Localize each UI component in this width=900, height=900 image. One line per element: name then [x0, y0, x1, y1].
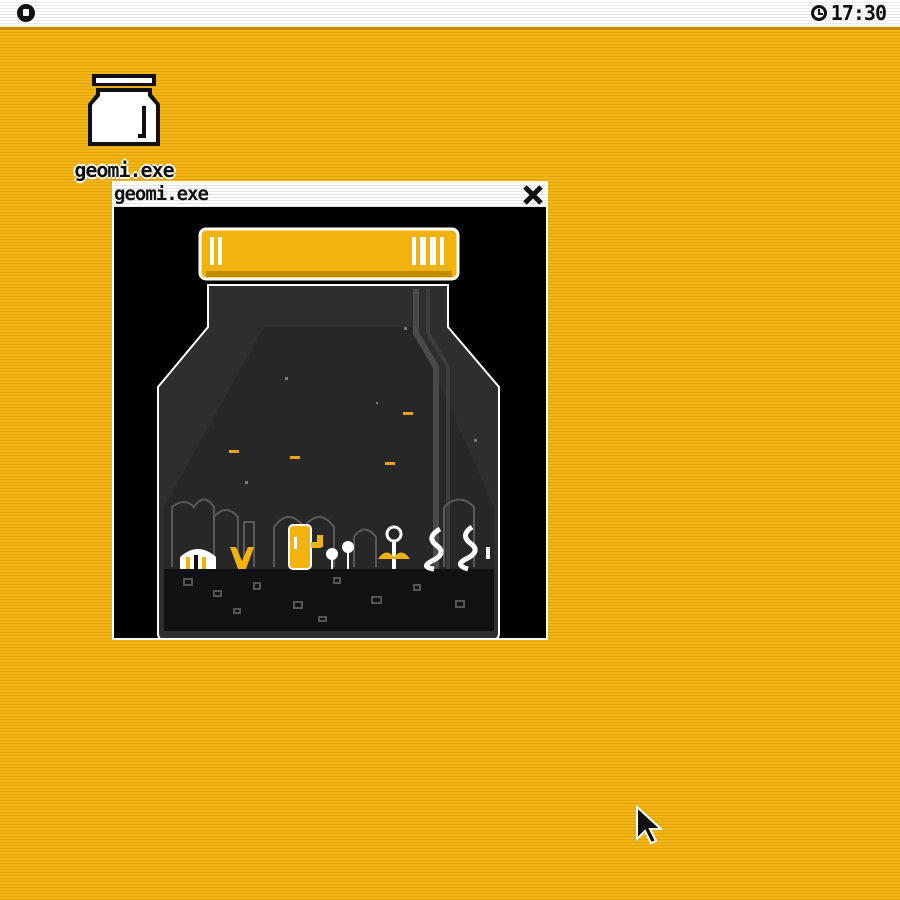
- clock-time: 17:30: [830, 1, 887, 25]
- close-icon[interactable]: [522, 184, 544, 206]
- desktop-icon-geomi[interactable]: geomi.exe: [62, 72, 186, 184]
- desktop-icon-label: geomi.exe: [74, 158, 174, 182]
- window-titlebar[interactable]: geomi.exe: [114, 183, 546, 207]
- soil: [164, 569, 494, 631]
- menu-bar: 17:30: [0, 0, 900, 30]
- arrow-cursor-icon: [636, 805, 664, 845]
- app-window[interactable]: geomi.exe: [112, 181, 548, 640]
- jar-icon: [88, 74, 160, 146]
- menu-clock: 17:30: [810, 1, 887, 25]
- system-menu-icon[interactable]: [17, 4, 35, 22]
- jar-terrarium-scene: [157, 227, 500, 638]
- clock-icon: [810, 5, 827, 21]
- window-title: geomi.exe: [114, 183, 209, 205]
